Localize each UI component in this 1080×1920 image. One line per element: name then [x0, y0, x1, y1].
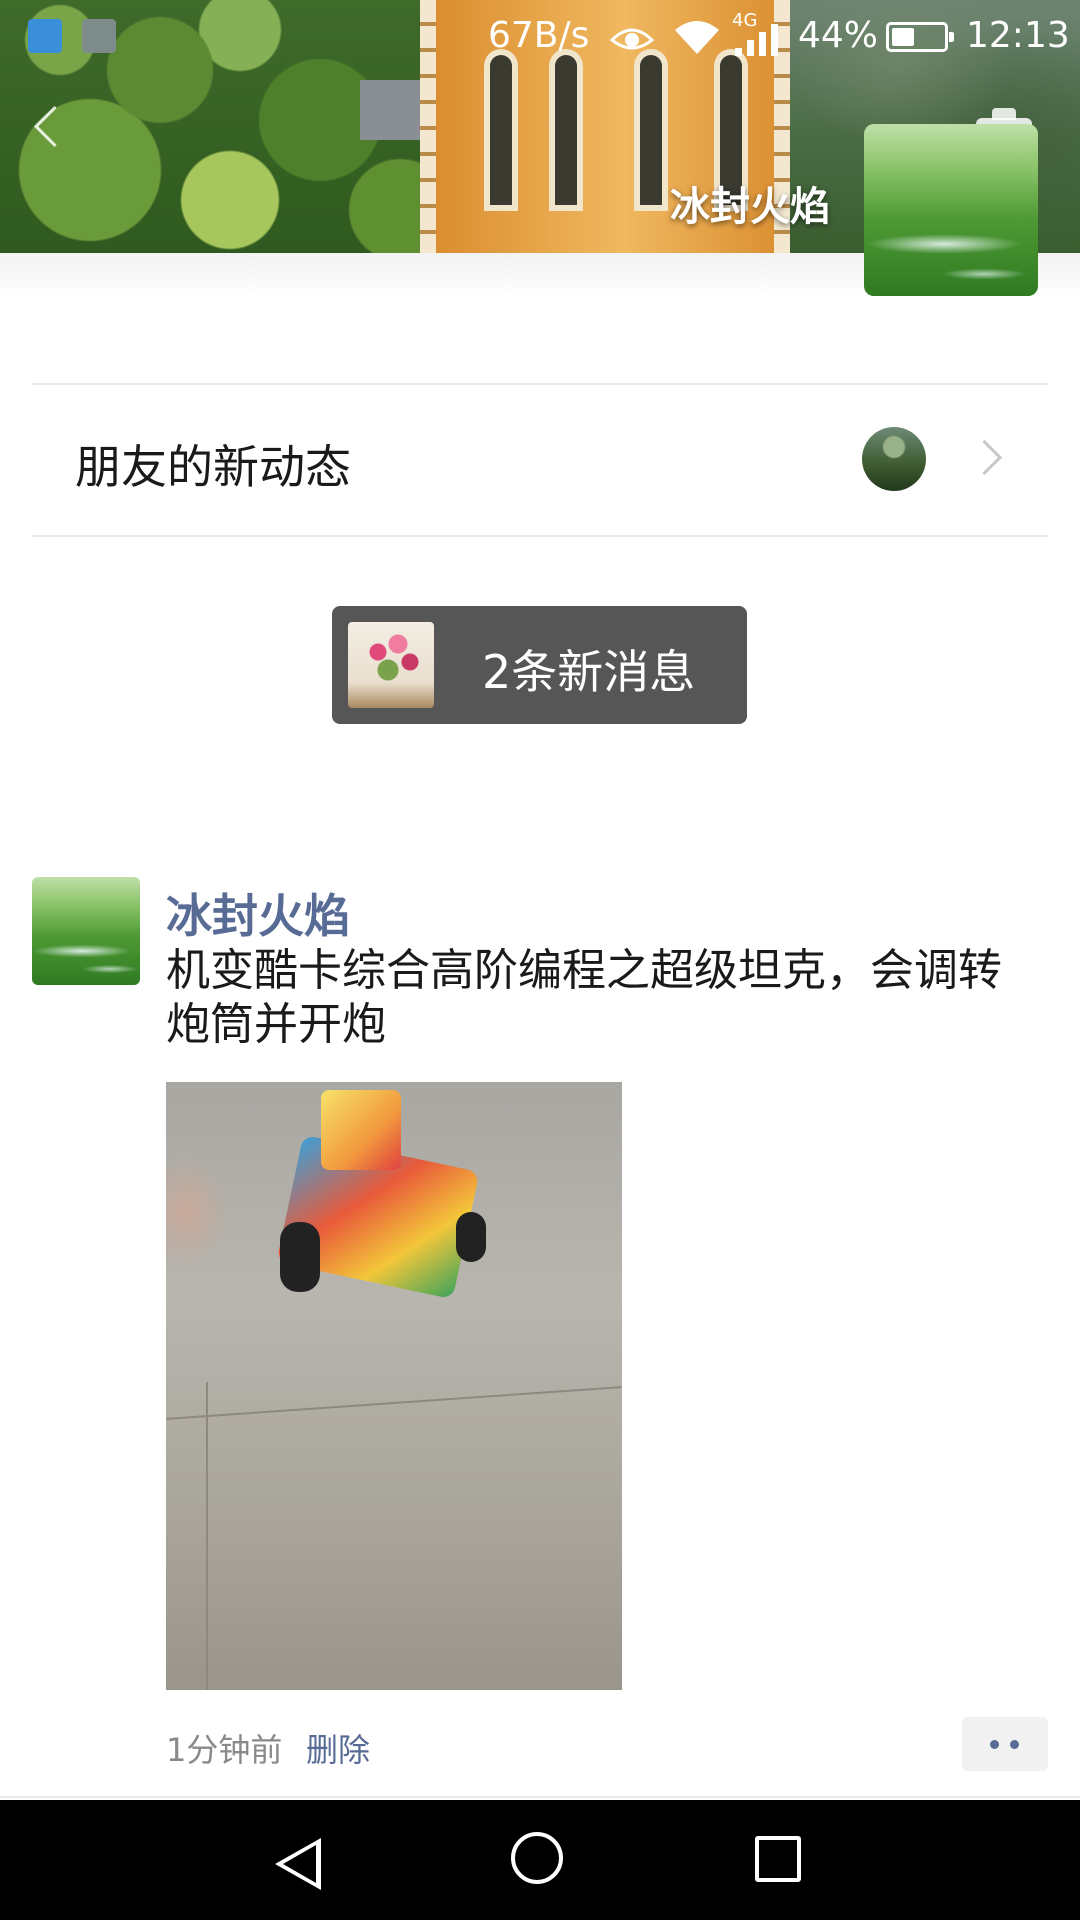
cover-window [555, 55, 577, 205]
new-messages-avatar [348, 622, 434, 708]
more-dot-icon [990, 1740, 999, 1749]
cellular-signal-icon [735, 24, 778, 56]
battery-icon [886, 22, 954, 52]
friend-avatar [862, 427, 926, 491]
new-messages-label: 2条新消息 [482, 645, 696, 699]
status-bar: 67B/s 4G 44% 12:13 [0, 0, 1080, 72]
wifi-icon [675, 21, 719, 54]
navigation-bar [0, 1800, 1080, 1920]
chevron-right-icon [966, 439, 1003, 476]
hand [166, 1152, 276, 1272]
nav-recent-apps-icon[interactable] [755, 1836, 801, 1882]
clock: 12:13 [966, 15, 1070, 56]
friends-updates-label: 朋友的新动态 [75, 440, 351, 494]
gallery-app-icon [82, 19, 116, 53]
battery-level [892, 28, 914, 46]
nav-home-icon[interactable] [511, 1832, 563, 1884]
health-app-icon [28, 19, 62, 53]
post-text: 机变酷卡综合高阶编程之超级坦克，会调转炮筒并开炮 [166, 945, 1002, 1050]
more-dot-icon [1010, 1740, 1019, 1749]
battery-percent: 44% [798, 15, 879, 56]
robot-turret [321, 1090, 401, 1170]
nav-back-icon[interactable] [275, 1838, 321, 1890]
post-image[interactable] [166, 1082, 622, 1690]
new-messages-button[interactable]: 2条新消息 [332, 606, 747, 724]
more-options-button[interactable] [962, 1717, 1048, 1771]
profile-name[interactable]: 冰封火焰 [600, 174, 830, 232]
robot-wheel [280, 1222, 320, 1292]
post-timestamp: 1分钟前 [166, 1731, 283, 1769]
floor-tile-line [206, 1382, 208, 1690]
robot-wheel [456, 1212, 486, 1262]
profile-avatar[interactable] [864, 124, 1038, 296]
divider [32, 535, 1048, 537]
eye-comfort-icon [609, 28, 655, 50]
post-author-avatar[interactable] [32, 877, 140, 985]
network-speed: 67B/s [488, 15, 590, 56]
post-author-name[interactable]: 冰封火焰 [166, 880, 350, 946]
cover-window [490, 55, 512, 205]
divider [0, 1796, 1080, 1798]
floor-tile-line [166, 1386, 622, 1420]
friends-updates-row[interactable]: 朋友的新动态 [0, 385, 1080, 535]
delete-button[interactable]: 删除 [306, 1725, 370, 1771]
